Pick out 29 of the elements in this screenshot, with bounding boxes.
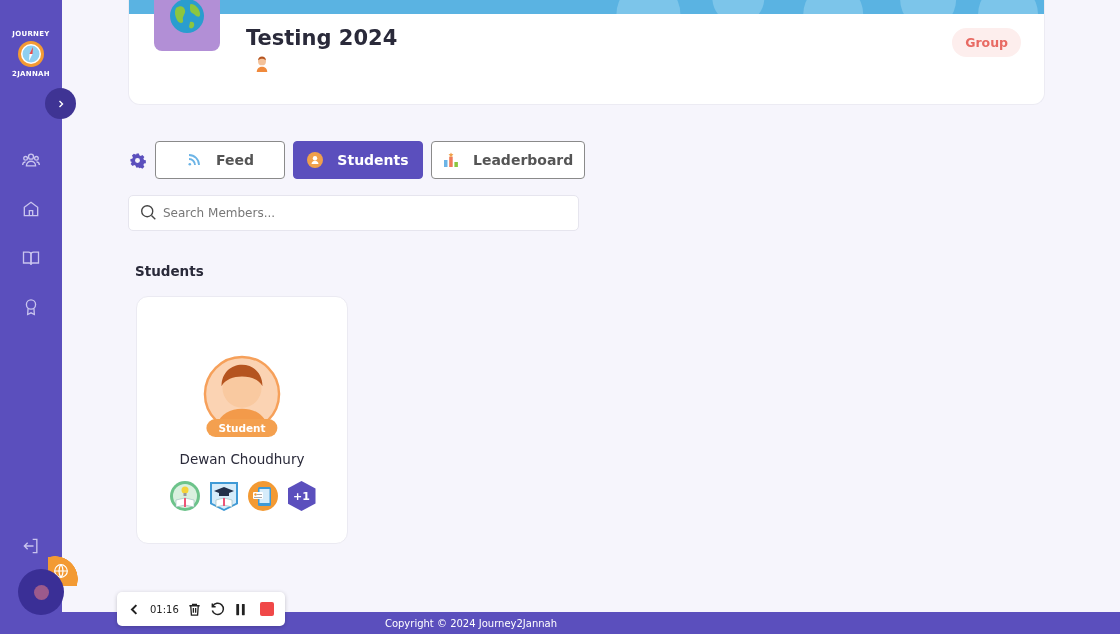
- trash-icon[interactable]: [186, 601, 202, 617]
- search-field[interactable]: Search Members...: [128, 195, 579, 231]
- lightbulb-badge-icon: [168, 480, 201, 512]
- recording-time: 01:16: [150, 603, 179, 615]
- settings-icon[interactable]: [129, 151, 146, 169]
- restart-icon[interactable]: [209, 601, 225, 617]
- feed-icon: [186, 152, 202, 168]
- stop-button[interactable]: [259, 602, 274, 616]
- group-type-tag: Group: [952, 28, 1021, 57]
- group-title: Testing 2024: [246, 26, 398, 50]
- section-title: Students: [135, 263, 205, 279]
- bar-chart-icon: [443, 152, 459, 168]
- copyright-text: Copyright © 2024 Journey2Jannah: [384, 617, 558, 629]
- role-tag: Student: [206, 419, 278, 437]
- member-avatar-icon: [255, 56, 269, 72]
- home-icon[interactable]: [21, 199, 41, 219]
- person-icon: [307, 152, 324, 168]
- search-icon: [140, 204, 157, 221]
- member-name: Dewan Choudhury: [179, 451, 305, 467]
- tab[interactable]: Students: [293, 141, 423, 179]
- expand-button[interactable]: [45, 88, 76, 119]
- logout-icon[interactable]: [21, 536, 41, 556]
- tablet-badge-icon: [246, 480, 279, 512]
- member-card[interactable]: Student Dewan Choudhury +1: [136, 296, 348, 544]
- globe-icon: [154, 0, 220, 51]
- tab[interactable]: Feed: [155, 141, 285, 179]
- tab[interactable]: Leaderboard: [431, 141, 586, 179]
- more-badges-count[interactable]: +1: [287, 481, 316, 511]
- graduation-badge-icon: [207, 480, 240, 512]
